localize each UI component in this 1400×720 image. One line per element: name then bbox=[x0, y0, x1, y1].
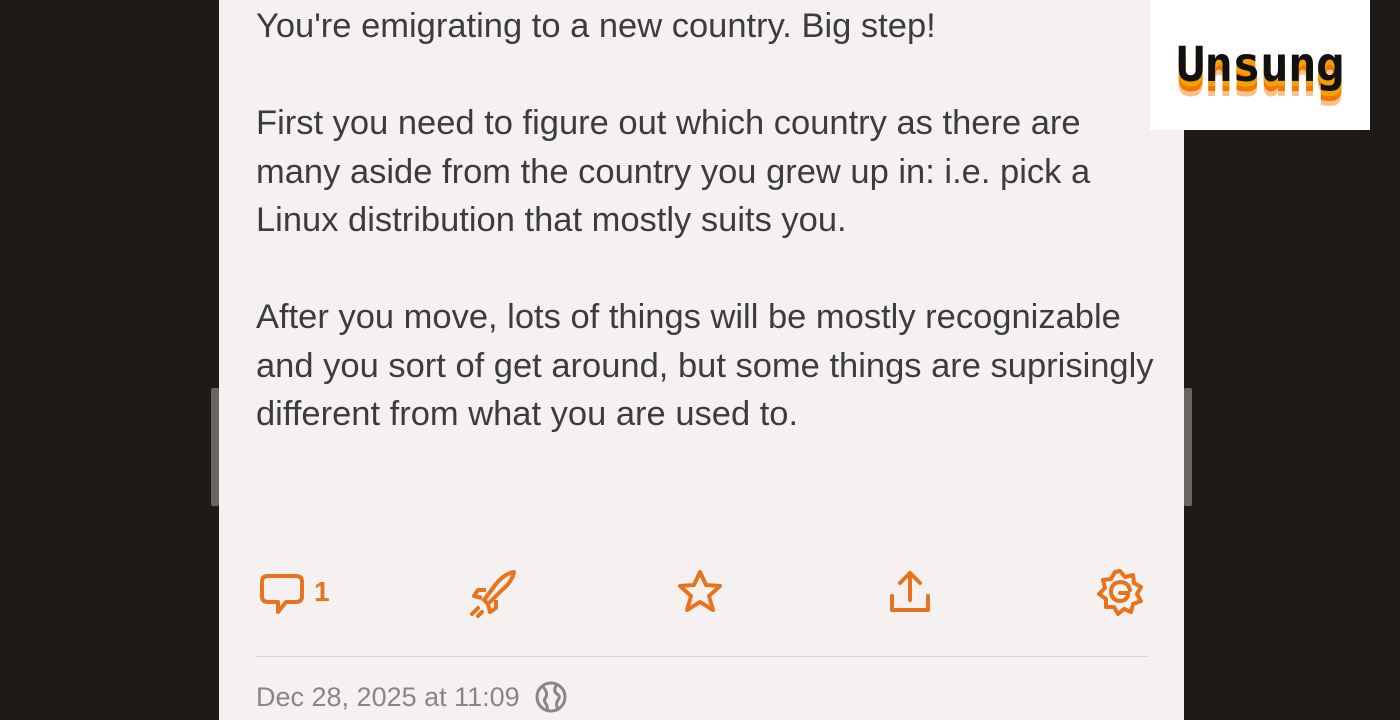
watermark-logo: Unsung bbox=[1150, 0, 1370, 130]
scroll-rail-left bbox=[211, 388, 219, 506]
reply-icon bbox=[260, 574, 304, 614]
divider bbox=[256, 656, 1148, 657]
settings-button[interactable] bbox=[1094, 562, 1146, 622]
post-paragraph: After you move, lots of things will be m… bbox=[256, 298, 1154, 433]
scroll-rail-right bbox=[1184, 388, 1192, 506]
boost-button[interactable] bbox=[466, 562, 518, 622]
post-actions: 1 bbox=[256, 562, 1146, 622]
post-paragraph: First you need to figure out which count… bbox=[256, 104, 1091, 239]
post-card: You're emigrating to a new country. Big … bbox=[219, 0, 1184, 720]
post-timestamp: Dec 28, 2025 at 11:09 bbox=[256, 681, 520, 712]
settings-icon bbox=[1097, 569, 1143, 616]
post-meta: Dec 28, 2025 at 11:09 bbox=[256, 680, 568, 714]
reply-count: 1 bbox=[314, 576, 330, 607]
post-paragraph: You're emigrating to a new country. Big … bbox=[256, 7, 936, 45]
favorite-icon bbox=[678, 570, 722, 612]
favorite-button[interactable] bbox=[674, 562, 726, 622]
share-icon bbox=[890, 571, 930, 612]
share-button[interactable] bbox=[884, 562, 936, 622]
post-body: You're emigrating to a new country. Big … bbox=[256, 0, 1156, 487]
reply-button[interactable]: 1 bbox=[256, 562, 330, 622]
watermark-text: Unsung bbox=[1176, 37, 1344, 93]
boost-icon bbox=[470, 570, 516, 618]
globe-icon[interactable] bbox=[534, 680, 568, 714]
